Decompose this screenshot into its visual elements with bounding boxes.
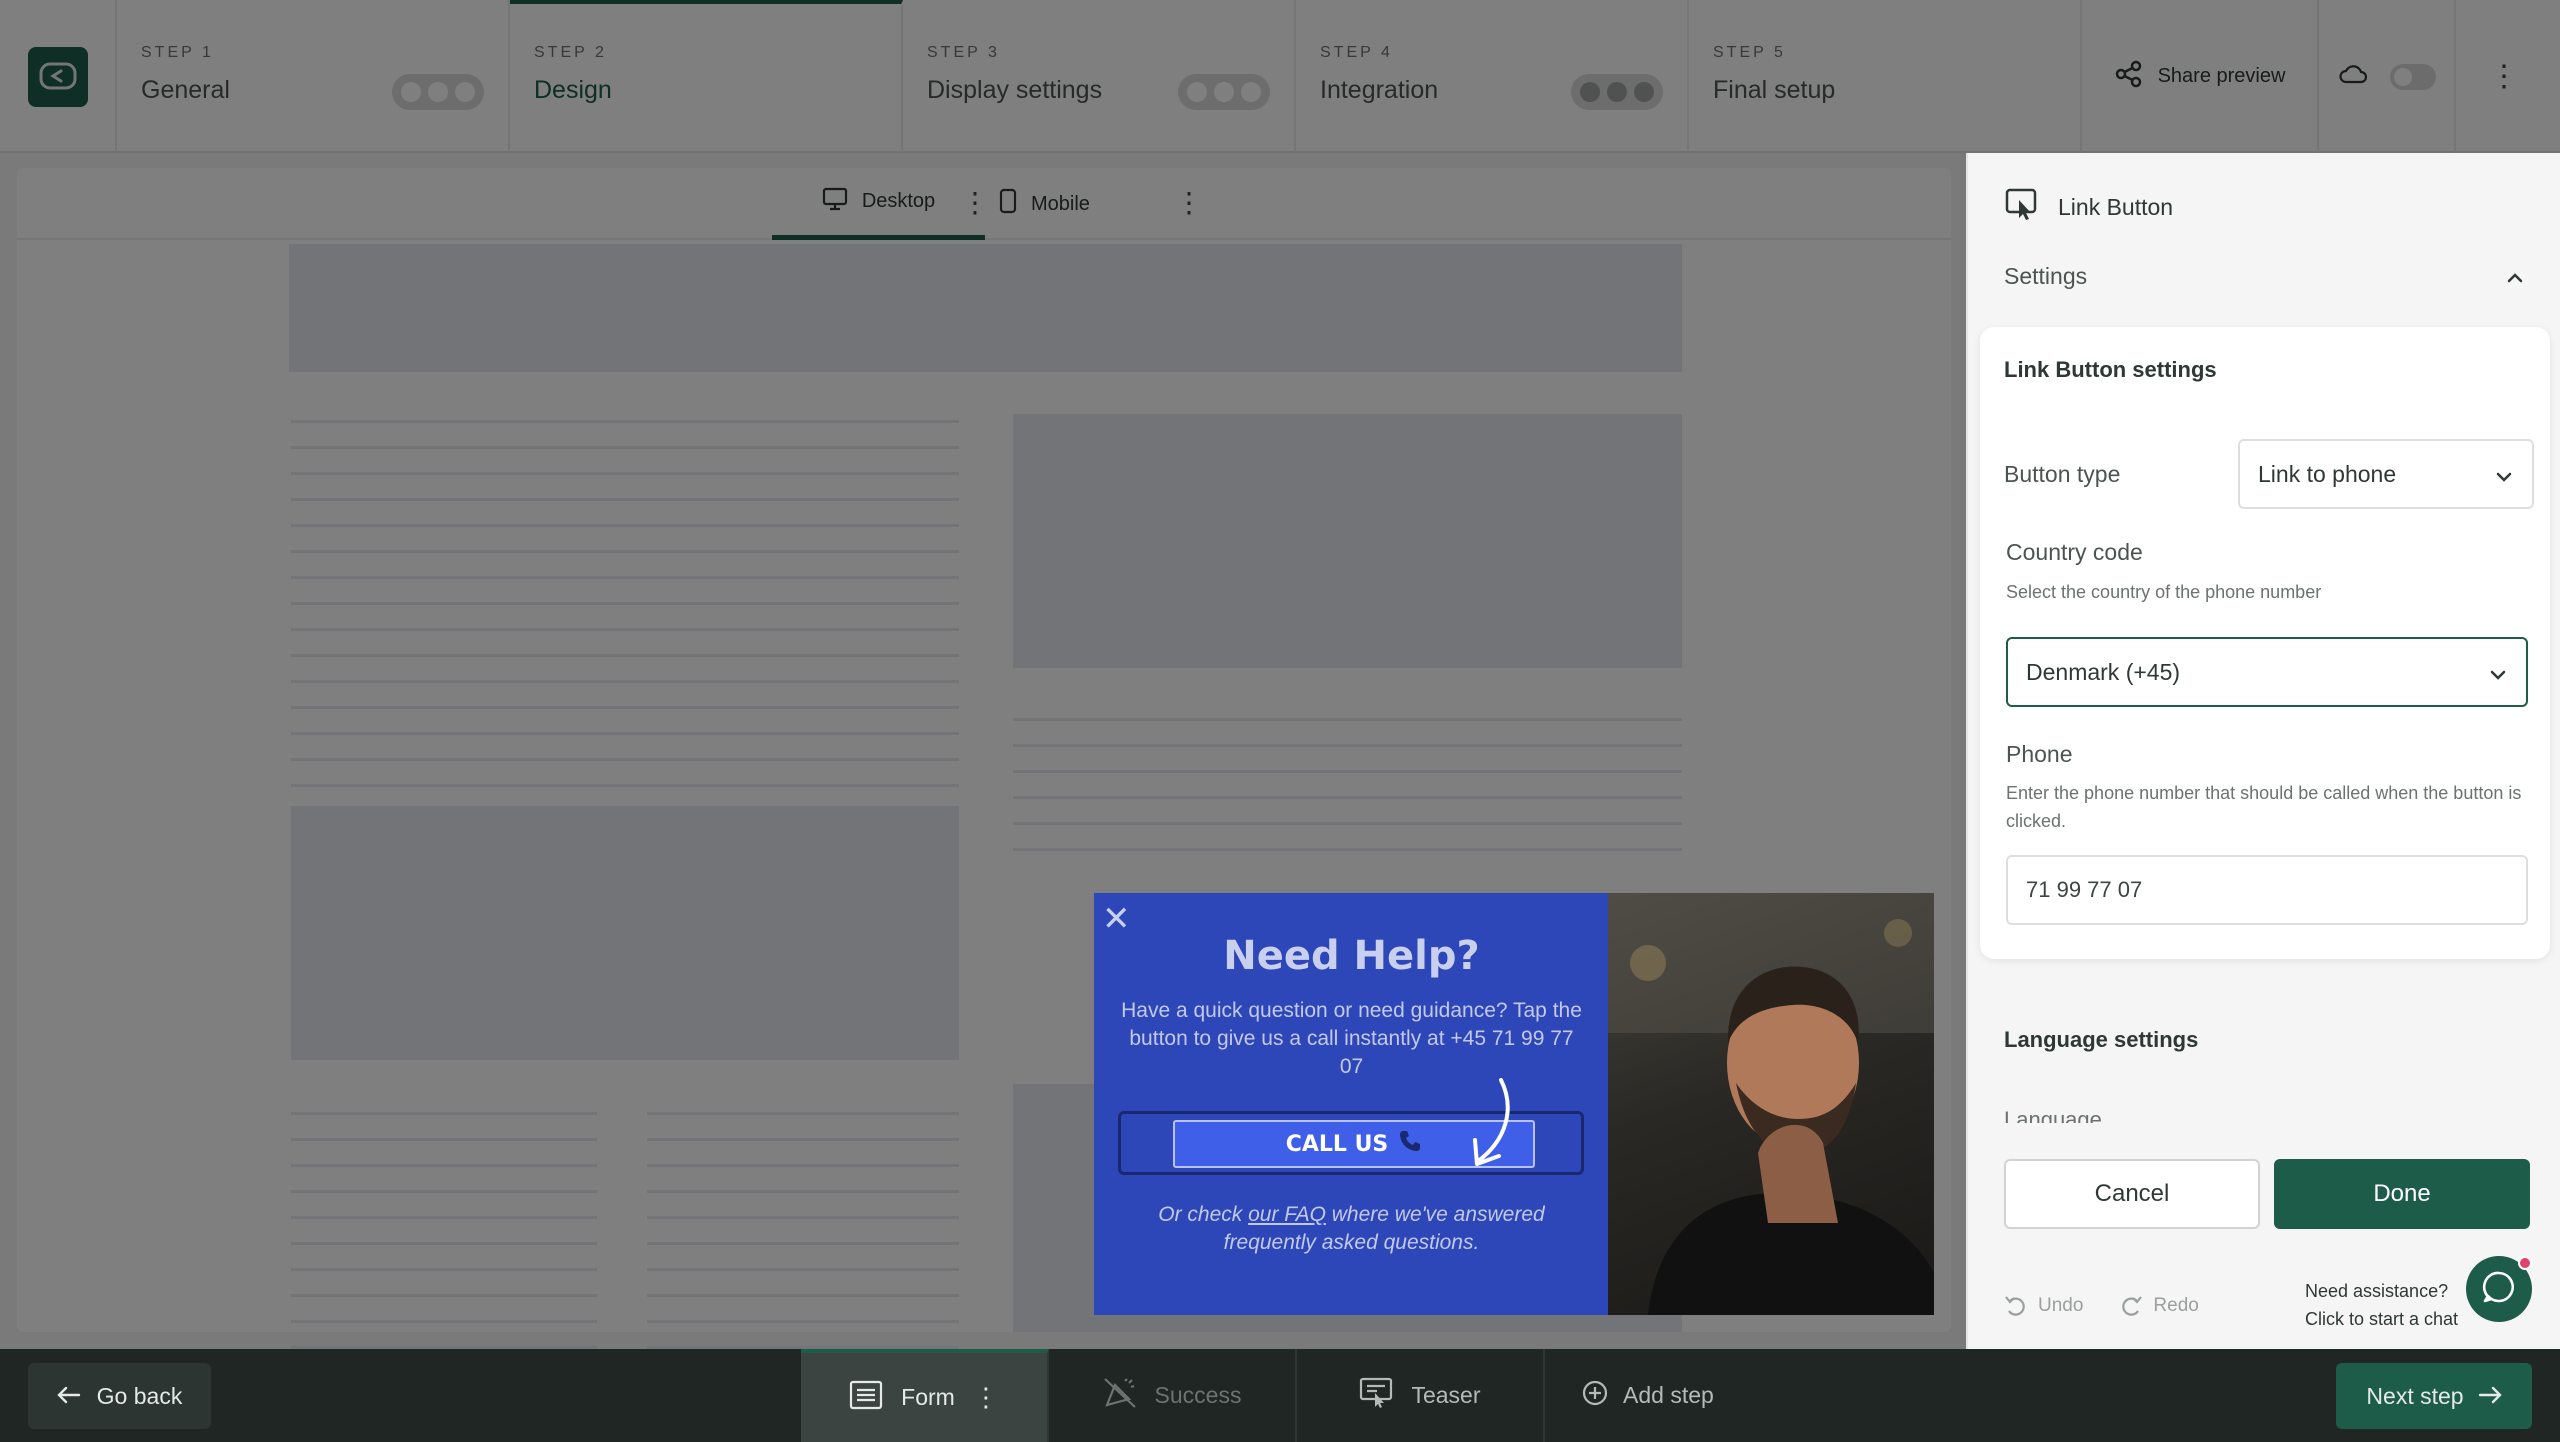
success-icon <box>1103 1377 1137 1415</box>
settings-label: Settings <box>2004 263 2088 289</box>
chevron-down-icon <box>2490 659 2506 686</box>
link-button-selection[interactable]: CALL US <box>1118 1078 1584 1175</box>
card-title: Link Button settings <box>2004 357 2217 382</box>
panel-title: Link Button <box>2058 193 2174 220</box>
phone-input[interactable]: 71 99 77 07 <box>2006 855 2528 925</box>
tab-teaser[interactable]: Teaser <box>1297 1349 1545 1442</box>
tab-success[interactable]: Success <box>1049 1349 1297 1442</box>
plus-circle-icon <box>1581 1379 1609 1413</box>
popup-body: Have a quick question or need guidance? … <box>1121 999 1582 1078</box>
faq-link[interactable]: our FAQ <box>1248 1203 1326 1226</box>
undo-button[interactable]: Undo <box>2004 1295 2083 1317</box>
cancel-button[interactable]: Cancel <box>2004 1159 2260 1229</box>
assist-title: Need assistance? <box>2305 1281 2449 1301</box>
bottom-bar: Go back Form ⋮ Success Teaser Add step N… <box>0 1349 2560 1442</box>
phone-hint: Enter the phone number that should be ca… <box>2006 783 2522 831</box>
phone-icon <box>1398 1129 1422 1159</box>
kebab-icon[interactable]: ⋮ <box>973 1382 999 1413</box>
form-icon <box>849 1380 883 1416</box>
done-button[interactable]: Done <box>2274 1159 2530 1229</box>
phone-label: Phone <box>2006 741 2073 767</box>
call-us-label: CALL US <box>1285 1131 1389 1157</box>
next-step-button[interactable]: Next step <box>2336 1363 2532 1429</box>
redo-label: Redo <box>2153 1295 2199 1316</box>
tab-form[interactable]: Form ⋮ <box>801 1349 1049 1442</box>
country-code-hint: Select the country of the phone number <box>2006 582 2322 602</box>
tab-teaser-label: Teaser <box>1411 1382 1481 1408</box>
button-type-value: Link to phone <box>2258 460 2397 487</box>
popup-preview[interactable]: ✕ Need Help? Have a quick question or ne… <box>1094 893 1934 1315</box>
country-code-value: Denmark (+45) <box>2026 658 2181 685</box>
popup-title: Need Help? <box>1223 933 1480 979</box>
button-type-label: Button type <box>2004 461 2121 487</box>
add-step-label: Add step <box>1623 1382 1714 1408</box>
panel-header: Link Button <box>2004 187 2173 227</box>
undo-label: Undo <box>2038 1295 2084 1316</box>
link-button-settings-card: Link Button settings Button type Link to… <box>1980 327 2550 959</box>
arrow-icon <box>1467 1078 1523 1176</box>
tab-form-label: Form <box>901 1384 955 1410</box>
country-code-label: Country code <box>2006 539 2143 565</box>
support-person-photo <box>1608 893 1934 1315</box>
language-settings-title[interactable]: Language settings <box>2004 1027 2198 1053</box>
teaser-icon <box>1359 1377 1393 1415</box>
call-us-button[interactable]: CALL US <box>1173 1078 1535 1168</box>
go-back-label: Go back <box>96 1382 183 1409</box>
footer-text-pre: Or check <box>1158 1203 1249 1226</box>
redo-button[interactable]: Redo <box>2119 1295 2199 1317</box>
chevron-up-icon <box>2506 263 2524 290</box>
assist-subtitle: Click to start a chat <box>2305 1309 2459 1329</box>
notification-dot <box>2518 1256 2532 1270</box>
chevron-down-icon <box>2496 461 2512 488</box>
link-button-icon <box>2004 187 2038 227</box>
settings-panel: Link Button Settings Link Button setting… <box>1966 153 2560 1349</box>
add-step-button[interactable]: Add step <box>1545 1349 1793 1442</box>
country-code-select[interactable]: Denmark (+45) <box>2006 637 2528 707</box>
chat-icon <box>2481 1269 2517 1310</box>
tab-success-label: Success <box>1154 1382 1242 1408</box>
next-step-label: Next step <box>2366 1382 2464 1409</box>
language-label: Language <box>2004 1107 2102 1123</box>
go-back-button[interactable]: Go back <box>28 1363 211 1429</box>
arrow-right-icon <box>2478 1383 2502 1410</box>
history-controls: Undo Redo <box>2004 1295 2199 1317</box>
settings-accordion-toggle[interactable]: Settings <box>2004 263 2524 290</box>
arrow-left-icon <box>56 1383 81 1410</box>
chat-assist-text[interactable]: Need assistance? Click to start a chat <box>2305 1277 2458 1333</box>
button-type-select[interactable]: Link to phone <box>2238 439 2534 509</box>
popup-footer-text: Or check our FAQ where we've answered fr… <box>1119 1201 1584 1257</box>
